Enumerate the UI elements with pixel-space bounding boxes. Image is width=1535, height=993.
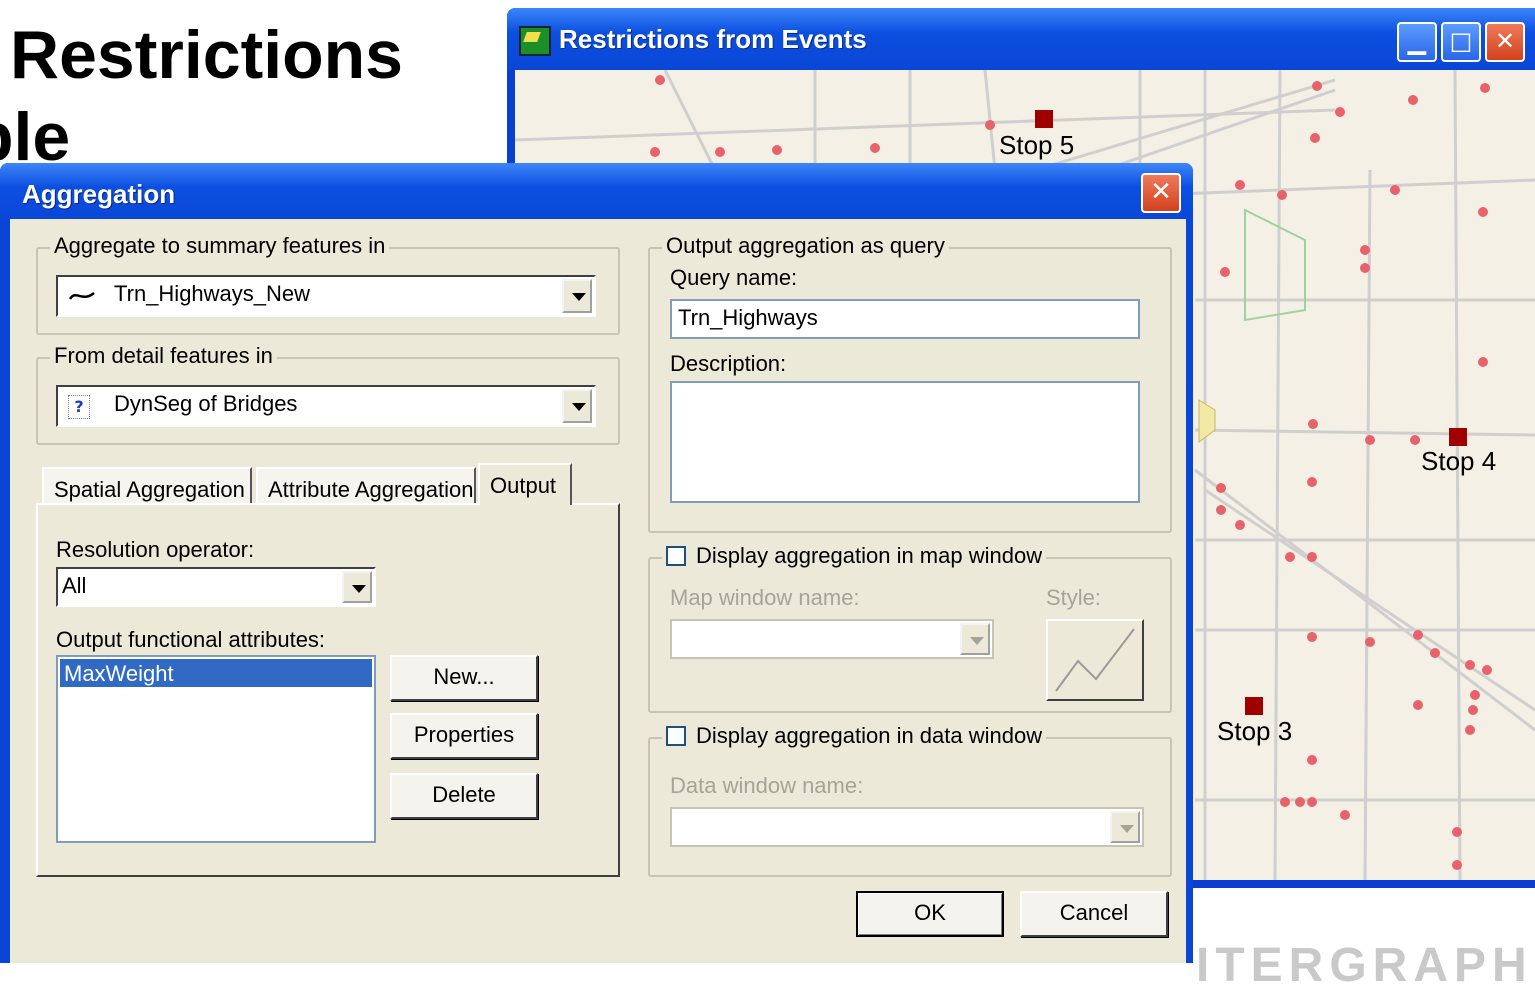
query-name-input[interactable]: Trn_Highways bbox=[670, 299, 1140, 339]
maximize-icon[interactable]: □ bbox=[1441, 22, 1481, 62]
stop-label: Stop 3 bbox=[1217, 716, 1293, 746]
aggregation-dialog: Aggregation ✕ Aggregate to summary featu… bbox=[0, 163, 1193, 963]
data-window-checkbox-label: Display aggregation in data window bbox=[696, 723, 1043, 748]
chevron-down-icon[interactable] bbox=[562, 279, 592, 313]
output-attributes-list[interactable]: MaxWeight bbox=[56, 655, 376, 843]
from-group-label: From detail features in bbox=[50, 343, 277, 369]
data-window-group: Display aggregation in data window Data … bbox=[648, 723, 1172, 877]
dialog-titlebar[interactable]: Aggregation ✕ bbox=[0, 163, 1193, 223]
stop-label: Stop 5 bbox=[999, 130, 1075, 160]
from-group: From detail features in ? DynSeg of Brid… bbox=[36, 343, 620, 445]
query-group: Output aggregation as query Query name: … bbox=[648, 233, 1172, 533]
style-button bbox=[1046, 619, 1144, 701]
query-feature-icon: ? bbox=[68, 395, 90, 419]
from-combo-value: DynSeg of Bridges bbox=[114, 391, 298, 416]
chevron-down-icon[interactable] bbox=[562, 389, 592, 423]
aggregate-group-label: Aggregate to summary features in bbox=[50, 233, 390, 259]
data-window-group-header: Display aggregation in data window bbox=[662, 723, 1047, 749]
description-input[interactable] bbox=[670, 381, 1140, 503]
map-window-name-label: Map window name: bbox=[670, 585, 860, 610]
chevron-down-icon[interactable] bbox=[342, 571, 372, 603]
aggregate-combo[interactable]: Trn_Highways_New bbox=[56, 275, 596, 317]
map-window-checkbox-label: Display aggregation in map window bbox=[696, 543, 1043, 568]
aggregate-group: Aggregate to summary features in Trn_Hig… bbox=[36, 233, 620, 335]
dialog-title: Aggregation bbox=[22, 179, 176, 209]
footer-logo: ITERGRAPH bbox=[1196, 939, 1533, 992]
query-name-label: Query name: bbox=[670, 265, 798, 290]
chevron-down-icon bbox=[1110, 811, 1140, 843]
line-feature-icon bbox=[68, 291, 95, 300]
close-icon[interactable]: ✕ bbox=[1141, 173, 1181, 213]
minimize-icon[interactable]: ▁ bbox=[1397, 22, 1437, 62]
aggregate-combo-value: Trn_Highways_New bbox=[114, 281, 311, 306]
resolution-operator-value: All bbox=[62, 573, 87, 598]
list-item[interactable]: MaxWeight bbox=[60, 659, 372, 687]
resolution-operator-combo[interactable]: All bbox=[56, 567, 376, 607]
query-group-label: Output aggregation as query bbox=[662, 233, 949, 259]
resolution-operator-label: Resolution operator: bbox=[56, 537, 255, 562]
map-window-title: Restrictions from Events bbox=[559, 24, 867, 54]
tab-spatial-aggregation[interactable]: Spatial Aggregation bbox=[42, 467, 252, 505]
output-attributes-label: Output functional attributes: bbox=[56, 627, 326, 652]
from-combo[interactable]: ? DynSeg of Bridges bbox=[56, 385, 596, 427]
map-window-checkbox[interactable] bbox=[666, 546, 686, 566]
stop-label: Stop 4 bbox=[1421, 446, 1497, 476]
data-window-name-label: Data window name: bbox=[670, 773, 864, 798]
cancel-button[interactable]: Cancel bbox=[1020, 891, 1168, 937]
line-style-icon bbox=[1055, 628, 1135, 692]
dialog-body: Aggregate to summary features in Trn_Hig… bbox=[10, 219, 1186, 963]
map-window-name-combo bbox=[670, 619, 994, 659]
map-window-titlebar[interactable]: Restrictions from Events ▁ □ ✕ bbox=[507, 8, 1535, 70]
ok-button[interactable]: OK bbox=[856, 891, 1004, 937]
data-window-checkbox[interactable] bbox=[666, 726, 686, 746]
delete-button[interactable]: Delete bbox=[390, 773, 538, 819]
tab-output[interactable]: Output bbox=[478, 463, 572, 505]
output-tab-panel: Resolution operator: All Output function… bbox=[36, 503, 620, 877]
data-window-name-combo bbox=[670, 807, 1144, 847]
description-label: Description: bbox=[670, 351, 787, 376]
slide-title: Restrictions bbox=[10, 17, 403, 93]
map-window-group: Display aggregation in map window Map wi… bbox=[648, 543, 1172, 713]
chevron-down-icon bbox=[960, 623, 990, 655]
properties-button[interactable]: Properties bbox=[390, 713, 538, 759]
map-app-icon bbox=[519, 26, 551, 56]
new-button[interactable]: New... bbox=[390, 655, 538, 701]
tab-attribute-aggregation[interactable]: Attribute Aggregation bbox=[256, 467, 476, 505]
close-icon[interactable]: ✕ bbox=[1485, 22, 1525, 62]
style-label: Style: bbox=[1046, 585, 1102, 610]
map-window-group-header: Display aggregation in map window bbox=[662, 543, 1047, 569]
